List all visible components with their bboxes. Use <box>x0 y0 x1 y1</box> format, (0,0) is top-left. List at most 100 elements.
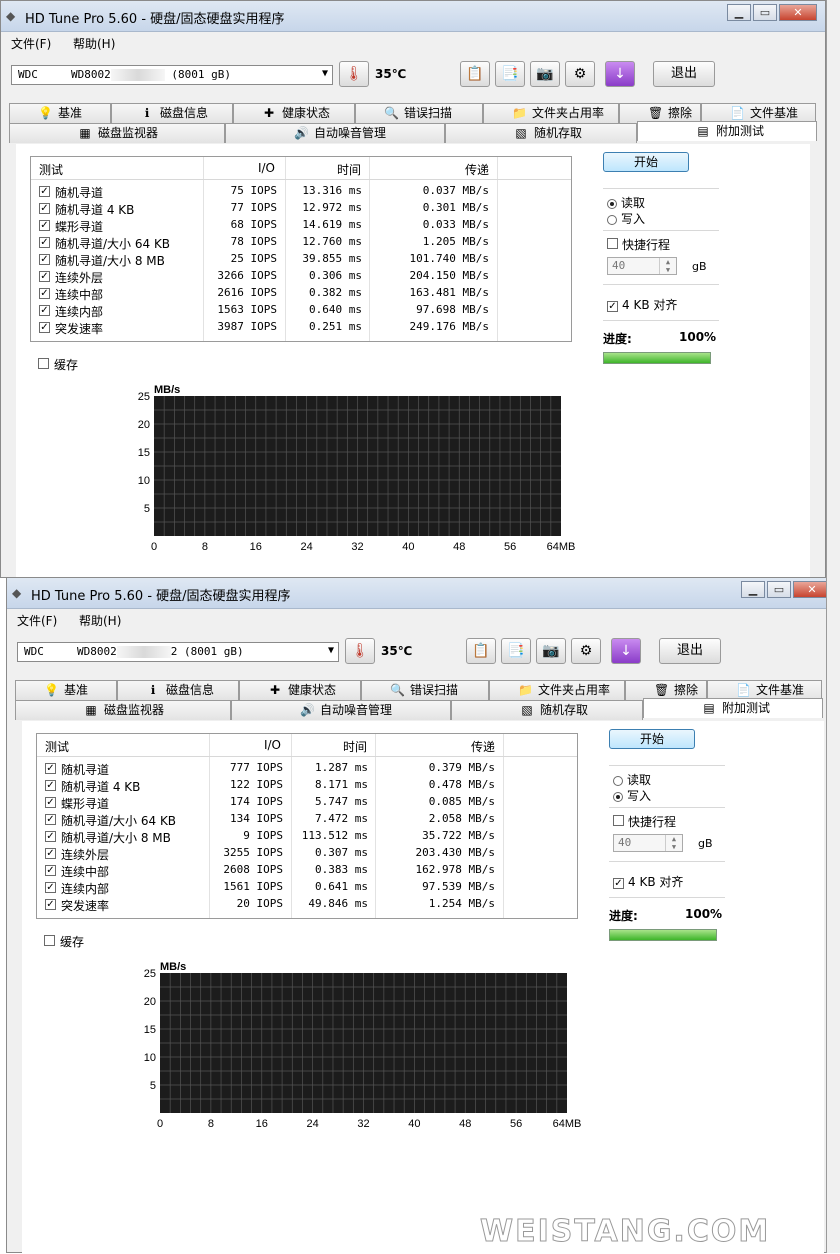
copy-text-icon[interactable]: 📑 <box>501 638 531 664</box>
tab-extra-tests[interactable]: ▤ 附加测试 <box>643 698 823 718</box>
align-4kb-checkbox[interactable]: ✓ <box>613 878 624 889</box>
test-checkbox[interactable]: ✓ <box>39 305 50 316</box>
options-icon[interactable]: ⚙ <box>571 638 601 664</box>
tab-random-access[interactable]: ▧ 随机存取 <box>451 700 643 720</box>
start-button[interactable]: 开始 <box>609 729 695 749</box>
tab-magnifier[interactable]: 🔍 错误扫描 <box>355 103 483 123</box>
temperature-button[interactable]: 🌡 <box>345 638 375 664</box>
test-checkbox[interactable]: ✓ <box>39 254 50 265</box>
save-down-arrow-icon[interactable]: ↓ <box>611 638 641 664</box>
tab-health-cross[interactable]: ✚ 健康状态 <box>239 680 361 700</box>
short-stroke-checkbox[interactable] <box>607 238 618 249</box>
test-checkbox[interactable]: ✓ <box>39 288 50 299</box>
tab-speaker[interactable]: 🔊 自动噪音管理 <box>231 700 451 720</box>
short-stroke-option[interactable]: 快捷行程 <box>607 236 670 253</box>
menu-file[interactable]: 文件(F) <box>11 35 51 52</box>
write-option[interactable]: 写入 <box>613 787 651 804</box>
short-stroke-checkbox[interactable] <box>613 815 624 826</box>
tab-trash[interactable]: 🗑 擦除 <box>619 103 701 123</box>
test-checkbox[interactable]: ✓ <box>39 220 50 231</box>
copy-info-icon[interactable]: 📋 <box>460 61 490 87</box>
close-icon[interactable]: ✕ <box>779 4 817 21</box>
test-checkbox[interactable]: ✓ <box>45 797 56 808</box>
read-radio[interactable] <box>613 775 623 786</box>
screenshot-camera-icon[interactable]: 📷 <box>536 638 566 664</box>
column-header[interactable]: 测试 <box>45 738 69 755</box>
write-option[interactable]: 写入 <box>607 210 645 227</box>
save-down-arrow-icon[interactable]: ↓ <box>605 61 635 87</box>
drive-select[interactable]: WDC WD8002 2 (8001 gB) ▼ <box>17 642 339 662</box>
write-radio[interactable] <box>607 214 617 225</box>
test-checkbox[interactable]: ✓ <box>39 271 50 282</box>
column-header[interactable]: 传递 <box>471 738 495 755</box>
test-checkbox[interactable]: ✓ <box>45 865 56 876</box>
column-header[interactable]: 时间 <box>343 738 367 755</box>
menu-help[interactable]: 帮助(H) <box>73 35 115 52</box>
title-bar[interactable]: ◆ HD Tune Pro 5.60 - 硬盘/固态硬盘实用程序 ▁ ▭ ✕ <box>7 578 839 609</box>
tab-folder[interactable]: 📁 文件夹占用率 <box>483 103 619 123</box>
tab-health-cross[interactable]: ✚ 健康状态 <box>233 103 355 123</box>
minimize-icon[interactable]: ▁ <box>727 4 751 21</box>
cache-option[interactable]: 缓存 <box>44 933 84 950</box>
tab-monitor-chart[interactable]: ▦ 磁盘监视器 <box>9 123 225 143</box>
tab-magnifier[interactable]: 🔍 错误扫描 <box>361 680 489 700</box>
stepper-arrows-icon[interactable]: ▲ ▼ <box>659 258 676 274</box>
test-checkbox[interactable]: ✓ <box>45 814 56 825</box>
test-checkbox[interactable]: ✓ <box>39 237 50 248</box>
tab-monitor-chart[interactable]: ▦ 磁盘监视器 <box>15 700 231 720</box>
test-checkbox[interactable]: ✓ <box>39 203 50 214</box>
minimize-icon[interactable]: ▁ <box>741 581 765 598</box>
column-header[interactable]: 时间 <box>337 161 361 178</box>
start-button[interactable]: 开始 <box>603 152 689 172</box>
copy-text-icon[interactable]: 📑 <box>495 61 525 87</box>
short-stroke-stepper[interactable]: 40 ▲ ▼ <box>613 834 683 852</box>
align-4kb-option[interactable]: ✓ 4 KB 对齐 <box>607 296 677 313</box>
exit-button[interactable]: 退出 <box>653 61 715 87</box>
tab-file-benchmark[interactable]: 📄 文件基准 <box>707 680 822 700</box>
menu-file[interactable]: 文件(F) <box>17 612 57 629</box>
column-header[interactable]: I/O <box>264 738 281 752</box>
tab-speaker[interactable]: 🔊 自动噪音管理 <box>225 123 445 143</box>
write-radio[interactable] <box>613 791 623 802</box>
screenshot-camera-icon[interactable]: 📷 <box>530 61 560 87</box>
column-header[interactable]: 测试 <box>39 161 63 178</box>
test-checkbox[interactable]: ✓ <box>45 780 56 791</box>
test-checkbox[interactable]: ✓ <box>45 882 56 893</box>
read-option[interactable]: 读取 <box>607 194 645 211</box>
tab-info[interactable]: ℹ 磁盘信息 <box>111 103 233 123</box>
test-checkbox[interactable]: ✓ <box>45 831 56 842</box>
test-checkbox[interactable]: ✓ <box>45 899 56 910</box>
cache-checkbox[interactable] <box>38 358 49 369</box>
copy-info-icon[interactable]: 📋 <box>466 638 496 664</box>
column-header[interactable]: 传递 <box>465 161 489 178</box>
exit-button[interactable]: 退出 <box>659 638 721 664</box>
maximize-icon[interactable]: ▭ <box>767 581 791 598</box>
column-header[interactable]: I/O <box>258 161 275 175</box>
menu-help[interactable]: 帮助(H) <box>79 612 121 629</box>
read-radio[interactable] <box>607 198 617 209</box>
tab-file-benchmark[interactable]: 📄 文件基准 <box>701 103 816 123</box>
test-checkbox[interactable]: ✓ <box>45 763 56 774</box>
tab-benchmark[interactable]: 💡 基准 <box>15 680 117 700</box>
short-stroke-option[interactable]: 快捷行程 <box>613 813 676 830</box>
cache-checkbox[interactable] <box>44 935 55 946</box>
read-option[interactable]: 读取 <box>613 771 651 788</box>
tab-benchmark[interactable]: 💡 基准 <box>9 103 111 123</box>
tab-random-access[interactable]: ▧ 随机存取 <box>445 123 637 143</box>
tab-info[interactable]: ℹ 磁盘信息 <box>117 680 239 700</box>
tab-folder[interactable]: 📁 文件夹占用率 <box>489 680 625 700</box>
short-stroke-stepper[interactable]: 40 ▲ ▼ <box>607 257 677 275</box>
stepper-arrows-icon[interactable]: ▲ ▼ <box>665 835 682 851</box>
align-4kb-option[interactable]: ✓ 4 KB 对齐 <box>613 873 683 890</box>
options-icon[interactable]: ⚙ <box>565 61 595 87</box>
cache-option[interactable]: 缓存 <box>38 356 78 373</box>
tab-trash[interactable]: 🗑 擦除 <box>625 680 707 700</box>
title-bar[interactable]: ◆ HD Tune Pro 5.60 - 硬盘/固态硬盘实用程序 ▁ ▭ ✕ <box>1 1 825 32</box>
align-4kb-checkbox[interactable]: ✓ <box>607 301 618 312</box>
tab-extra-tests[interactable]: ▤ 附加测试 <box>637 121 817 141</box>
maximize-icon[interactable]: ▭ <box>753 4 777 21</box>
test-checkbox[interactable]: ✓ <box>45 848 56 859</box>
test-checkbox[interactable]: ✓ <box>39 322 50 333</box>
test-checkbox[interactable]: ✓ <box>39 186 50 197</box>
temperature-button[interactable]: 🌡 <box>339 61 369 87</box>
